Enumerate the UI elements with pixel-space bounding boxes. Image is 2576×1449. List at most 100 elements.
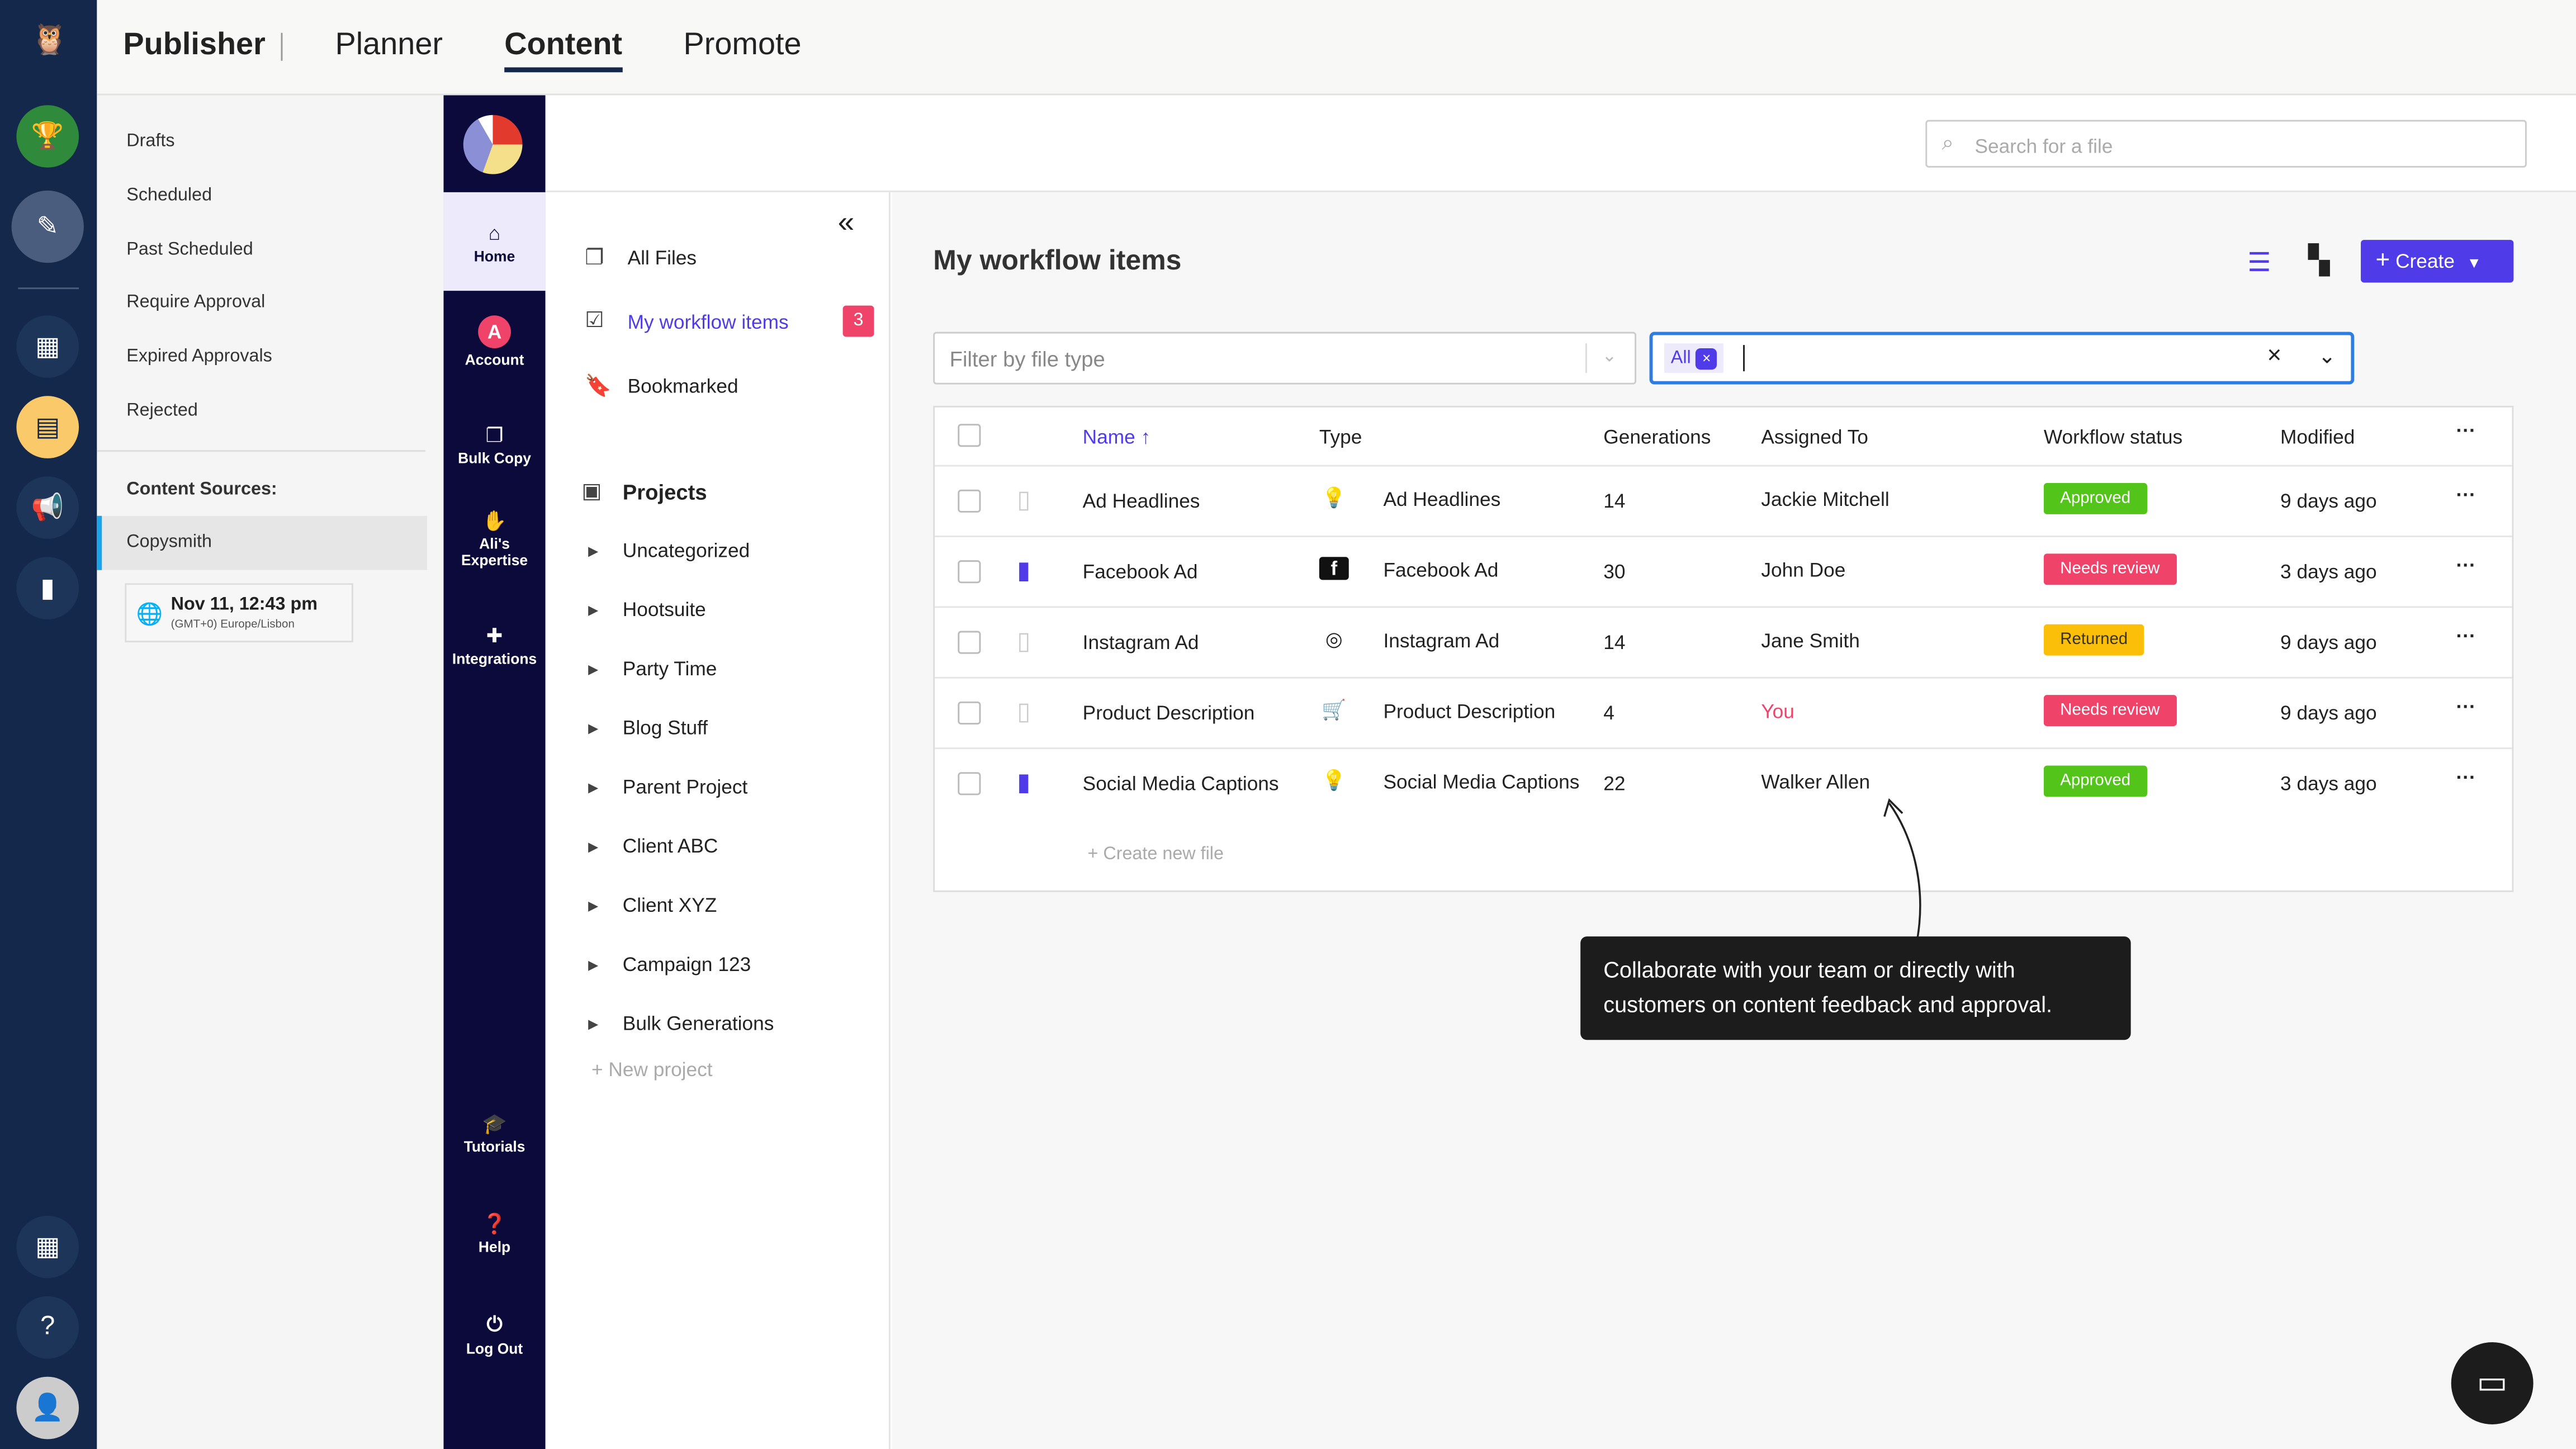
tab-planner[interactable]: Planner xyxy=(335,28,443,64)
col-status[interactable]: Workflow status xyxy=(2044,425,2182,448)
my-workflow-items-link[interactable]: My workflow items xyxy=(628,310,789,333)
nav-tutorials[interactable]: 🎓 Tutorials xyxy=(443,1112,545,1155)
row-more-icon[interactable]: ··· xyxy=(2456,553,2476,576)
create-button[interactable]: + Create ▼ xyxy=(2361,240,2514,283)
project-item[interactable]: Hootsuite xyxy=(623,598,706,621)
expand-caret-icon[interactable]: ▶ xyxy=(588,958,598,972)
collapse-icon[interactable]: « xyxy=(838,205,854,240)
expand-caret-icon[interactable]: ▶ xyxy=(588,721,598,736)
col-assigned[interactable]: Assigned To xyxy=(1761,425,1868,448)
chat-icon[interactable]: ▭ xyxy=(2451,1342,2534,1424)
calendar-icon[interactable]: ▤ xyxy=(16,396,79,458)
nav-label: Ali's Expertise xyxy=(461,536,528,569)
expand-caret-icon[interactable]: ▶ xyxy=(588,544,598,558)
search-input[interactable]: ⌕ Search for a file xyxy=(1925,120,2527,168)
nav-bulk-copy[interactable]: ❐ Bulk Copy xyxy=(443,424,545,466)
project-item[interactable]: Uncategorized xyxy=(623,539,750,562)
nav-account[interactable]: A Account xyxy=(443,315,545,368)
source-copysmith[interactable]: Copysmith xyxy=(97,515,428,570)
megaphone-icon[interactable]: 📢 xyxy=(16,476,79,539)
project-item[interactable]: Campaign 123 xyxy=(623,953,751,976)
date-picker[interactable]: 🌐 Nov 11, 12:43 pm (GMT+0) Europe/Lisbon xyxy=(125,583,353,643)
nav-expired-approvals[interactable]: Expired Approvals xyxy=(126,347,272,366)
project-item[interactable]: Blog Stuff xyxy=(623,716,708,739)
row-more-icon[interactable]: ··· xyxy=(2456,695,2476,718)
row-checkbox[interactable] xyxy=(958,631,981,654)
tab-content[interactable]: Content xyxy=(504,28,623,73)
col-generations[interactable]: Generations xyxy=(1603,425,1711,448)
row-checkbox[interactable] xyxy=(958,772,981,795)
tab-promote[interactable]: Promote xyxy=(684,28,802,64)
col-name[interactable]: Name ↑ xyxy=(1083,425,1151,448)
expand-caret-icon[interactable]: ▶ xyxy=(588,899,598,913)
nav-past-scheduled[interactable]: Past Scheduled xyxy=(126,240,253,259)
row-more-icon[interactable]: ··· xyxy=(2456,765,2476,788)
col-modified[interactable]: Modified xyxy=(2280,425,2355,448)
row-more-icon[interactable]: ··· xyxy=(2456,483,2476,506)
bookmark-icon[interactable]: ▯ xyxy=(1017,626,1030,656)
bookmark-icon[interactable]: ▮ xyxy=(1017,555,1030,585)
project-item[interactable]: Parent Project xyxy=(623,775,747,798)
table-row[interactable]: ▯ Product Description 🛒 Product Descript… xyxy=(935,676,2512,747)
col-type[interactable]: Type xyxy=(1319,425,1362,448)
nav-alis-expertise[interactable]: ✋ Ali's Expertise xyxy=(443,509,545,569)
table-row[interactable]: ▮ Social Media Captions 💡 Social Media C… xyxy=(935,747,2512,818)
row-more-icon[interactable]: ··· xyxy=(2456,624,2476,647)
bookmark-icon[interactable]: ▮ xyxy=(1017,767,1030,797)
table-row[interactable]: ▯ Instagram Ad ◎ Instagram Ad 14 Jane Sm… xyxy=(935,606,2512,676)
new-project-button[interactable]: + New project xyxy=(591,1058,713,1081)
all-files-link[interactable]: All Files xyxy=(628,247,697,269)
expand-caret-icon[interactable]: ▶ xyxy=(588,840,598,854)
file-name[interactable]: Ad Headlines xyxy=(1083,490,1200,513)
analytics-icon[interactable]: ▮ xyxy=(16,557,79,619)
dashboard-icon[interactable]: ▦ xyxy=(16,315,79,378)
expand-caret-icon[interactable]: ▶ xyxy=(588,662,598,676)
chip-remove-icon[interactable]: × xyxy=(1696,348,1717,370)
bookmark-icon[interactable]: ▯ xyxy=(1017,697,1030,726)
file-name[interactable]: Product Description xyxy=(1083,702,1255,724)
nav-rejected[interactable]: Rejected xyxy=(126,401,198,420)
bookmark-icon[interactable]: ▯ xyxy=(1017,485,1030,514)
file-name[interactable]: Facebook Ad xyxy=(1083,560,1198,583)
row-checkbox[interactable] xyxy=(958,701,981,725)
apps-icon[interactable]: ▦ xyxy=(16,1215,79,1278)
create-new-file-button[interactable]: + Create new file xyxy=(1087,845,1224,864)
bookmark-icon: 🔖 xyxy=(585,373,612,398)
compose-icon[interactable]: ✎ xyxy=(11,190,84,263)
table-row[interactable]: ▯ Ad Headlines 💡 Ad Headlines 14 Jackie … xyxy=(935,465,2512,536)
row-checkbox[interactable] xyxy=(958,489,981,513)
nav-help[interactable]: ❓ Help xyxy=(443,1213,545,1255)
more-icon[interactable]: ··· xyxy=(2456,419,2476,442)
project-item[interactable]: Client ABC xyxy=(623,835,718,858)
nav-scheduled[interactable]: Scheduled xyxy=(126,186,212,205)
expand-caret-icon[interactable]: ▶ xyxy=(588,780,598,795)
nav-logout[interactable]: ⏻ Log Out xyxy=(443,1313,545,1357)
grid-view-icon[interactable]: ▚ xyxy=(2308,245,2329,278)
avatar[interactable]: 👤 xyxy=(16,1376,79,1439)
status-badge: Returned xyxy=(2043,624,2144,656)
filter-settings-icon[interactable]: ☰ xyxy=(2247,247,2271,280)
tooltip: Collaborate with your team or directly w… xyxy=(1580,936,2131,1040)
table-row[interactable]: ▮ Facebook Ad f Facebook Ad 30 John Doe … xyxy=(935,536,2512,606)
project-item[interactable]: Party Time xyxy=(623,657,717,680)
select-all-checkbox[interactable] xyxy=(958,424,981,447)
nav-drafts[interactable]: Drafts xyxy=(126,131,174,151)
help-icon[interactable]: ? xyxy=(16,1296,79,1359)
nav-home[interactable]: ⌂ Home xyxy=(443,192,546,291)
clear-icon[interactable]: × xyxy=(2267,342,2282,370)
project-item[interactable]: Client XYZ xyxy=(623,894,717,917)
chevron-down-icon[interactable]: ⌄ xyxy=(2318,343,2336,370)
row-checkbox[interactable] xyxy=(958,560,981,584)
bookmarked-link[interactable]: Bookmarked xyxy=(628,375,738,397)
file-name[interactable]: Instagram Ad xyxy=(1083,631,1199,654)
expand-caret-icon[interactable]: ▶ xyxy=(588,1017,598,1031)
file-name[interactable]: Social Media Captions xyxy=(1083,772,1279,795)
project-item[interactable]: Bulk Generations xyxy=(623,1012,774,1035)
expand-caret-icon[interactable]: ▶ xyxy=(588,603,598,618)
nav-require-approval[interactable]: Require Approval xyxy=(126,292,265,312)
status-filter[interactable]: All × × ⌄ xyxy=(1649,332,2355,385)
app-rail: 🦉 🏆 ✎ ▦ ▤ 📢 ▮ ▦ ? 👤 xyxy=(0,0,97,1449)
nav-integrations[interactable]: ✚ Integrations xyxy=(443,624,545,667)
trophy-icon[interactable]: 🏆 xyxy=(16,105,79,168)
file-type-filter[interactable]: Filter by file type ⌄ xyxy=(933,332,1637,385)
